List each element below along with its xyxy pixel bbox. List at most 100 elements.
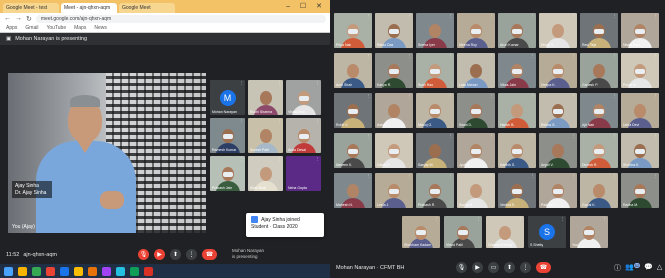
tile-menu-icon[interactable]: ⋮ [613,174,617,178]
chrome-icon[interactable] [32,266,41,276]
tile-menu-icon[interactable]: ⋮ [654,174,658,178]
participant-tile[interactable]: ⋮ Ganesh P. [580,53,618,88]
tile-menu-icon[interactable]: ⋮ [654,134,658,138]
bookmark-item[interactable]: Gmail [25,25,38,31]
participant-tile[interactable]: ⋮ Deepa K. [539,53,577,88]
tile-menu-icon[interactable]: ⋮ [278,119,282,123]
tile-menu-icon[interactable]: ⋮ [531,94,535,98]
info-icon[interactable]: ⓘ [614,263,621,273]
tile-menu-icon[interactable]: ⋮ [561,217,565,221]
reload-icon[interactable]: ↻ [26,15,32,23]
tile-menu-icon[interactable]: ⋮ [572,14,576,18]
tile-menu-icon[interactable]: ⋮ [490,94,494,98]
participant-tile[interactable]: ⋮ Gopal K. [580,173,618,208]
tile-menu-icon[interactable]: ⋮ [449,134,453,138]
participant-tile[interactable]: ⋮ Prakash Jain [210,156,245,191]
participant-tile[interactable]: ⋮ Rohit V. [334,93,372,128]
tile-menu-icon[interactable]: ⋮ [408,54,412,58]
participant-tile[interactable]: ⋮ Rekha S. [539,93,577,128]
bookmark-item[interactable]: Maps [74,25,86,31]
participant-tile[interactable]: ⋮ Radha M. [621,173,659,208]
participant-tile[interactable]: ⋮ Anita Desai [286,118,321,153]
end-call-button[interactable]: ☎ [202,249,217,260]
participant-tile[interactable]: ⋮ Harish B. [498,93,536,128]
tile-menu-icon[interactable]: ⋮ [490,54,494,58]
tile-menu-icon[interactable]: ⋮ [531,174,535,178]
participant-tile[interactable]: ⋮ Lata Menon [457,53,495,88]
tile-menu-icon[interactable]: ⋮ [408,94,412,98]
tile-menu-icon[interactable]: ⋮ [408,14,412,18]
activities-icon[interactable]: △ [657,263,662,273]
tile-menu-icon[interactable]: ⋮ [490,174,494,178]
participant-tile[interactable]: ⋮ Swati D. [457,93,495,128]
tile-menu-icon[interactable]: ⋮ [572,174,576,178]
bookmark-item[interactable]: News [94,25,107,31]
participant-tile[interactable]: ⋮ Kiran Bhat [248,156,283,191]
forward-icon[interactable]: → [15,15,22,22]
tile-menu-icon[interactable]: ⋮ [240,119,244,123]
participant-tile[interactable]: ⋮ Suresh Patil [248,118,283,153]
browser-tab-active[interactable]: Meet - ajn-qhxn-aqm [61,3,117,13]
app-icon[interactable] [60,266,69,276]
tile-menu-icon[interactable]: ⋮ [531,14,535,18]
tile-menu-icon[interactable]: ⋮ [435,217,439,221]
participant-tile[interactable]: ⋮ Karthik S. [498,133,536,168]
presenter-video[interactable]: Ajay Sinha Dr. Ajay Sinha You (Ajay) [8,73,206,233]
browser-tab[interactable]: Google Meet [119,3,175,13]
present-button[interactable]: ⬆ [170,249,181,260]
url-field[interactable]: meet.google.com/ajn-qhxn-aqm [35,14,326,23]
bookmark-item[interactable]: YouTube [46,25,66,31]
present-button[interactable]: ⬆ [504,262,515,273]
participant-tile[interactable]: ⋮ Divya S. [539,13,577,48]
tile-menu-icon[interactable]: ⋮ [654,14,658,18]
participant-tile[interactable]: ⋮ Manoj G. [416,93,454,128]
participant-tile[interactable]: ⋮ Asha T. [375,93,413,128]
folder-icon[interactable] [18,266,27,276]
tile-menu-icon[interactable]: ⋮ [490,14,494,18]
tile-menu-icon[interactable]: ⋮ [367,54,371,58]
tile-menu-icon[interactable]: ⋮ [316,119,320,123]
participant-tile[interactable]: ⋮ Leela J. [375,173,413,208]
participant-tile[interactable]: ⋮ Arun Kumar [498,13,536,48]
tile-menu-icon[interactable]: ⋮ [316,157,320,161]
tile-menu-icon[interactable]: ⋮ [519,217,523,221]
tile-menu-icon[interactable]: ⋮ [240,81,244,85]
browser-tab[interactable]: Google Meet - test [3,3,59,13]
participant-tile[interactable]: ⋮ Shobha K. [621,133,659,168]
tile-menu-icon[interactable]: ⋮ [654,94,658,98]
participant-tile[interactable]: ⋮ Anjali V. [539,133,577,168]
participant-tile[interactable]: ⋮ Vishal Rao [286,80,321,115]
participant-tile[interactable]: ⋮ Rahul Das [375,13,413,48]
app-icon[interactable] [102,266,111,276]
participant-tile[interactable]: ⋮ Vinod Patil [444,216,482,248]
app-icon[interactable] [74,266,83,276]
participant-tile[interactable]: ⋮ Jyoti R. [457,133,495,168]
mic-off-button[interactable]: 🎙 [138,249,149,260]
tile-menu-icon[interactable]: ⋮ [278,157,282,161]
participant-tile[interactable]: ⋮ Geeta P. [375,133,413,168]
tile-menu-icon[interactable]: ⋮ [572,54,576,58]
back-icon[interactable]: ← [4,15,11,22]
tile-menu-icon[interactable]: ⋮ [613,94,617,98]
participant-tile[interactable]: ⋮ Ramesh Kumar [210,118,245,153]
participant-tile[interactable]: ⋮ Sunita B. [457,173,495,208]
window-controls[interactable]: – ☐ ✕ [286,2,326,10]
app-icon[interactable] [88,266,97,276]
tile-menu-icon[interactable]: ⋮ [613,54,617,58]
participant-tile[interactable]: ⋮ Meena Roy [457,13,495,48]
tile-menu-icon[interactable]: ⋮ [367,134,371,138]
participant-tile[interactable]: ⋮ Vikas Jain [498,53,536,88]
people-icon[interactable]: 👥52 [625,263,641,273]
participant-tile[interactable]: ⋮ Shubham Kadam [402,216,440,248]
participant-tile[interactable]: ⋮ Prakash R. [416,173,454,208]
participant-tile[interactable]: ⋮ Chandra Reddy [486,216,524,248]
participant-tile[interactable]: ⋮ Sanjay M. [416,133,454,168]
captions-button[interactable]: ▭ [488,262,499,273]
participant-tile[interactable]: ⋮ Dinesh R. [580,133,618,168]
tile-menu-icon[interactable]: ⋮ [654,54,658,58]
participant-tile[interactable]: ⋮ Padma L. [539,173,577,208]
app-icon[interactable] [116,266,125,276]
participant-tile[interactable]: M ⋮ Mohan Narayan [210,80,245,115]
tile-menu-icon[interactable]: ⋮ [278,81,282,85]
tile-menu-icon[interactable]: ⋮ [477,217,481,221]
